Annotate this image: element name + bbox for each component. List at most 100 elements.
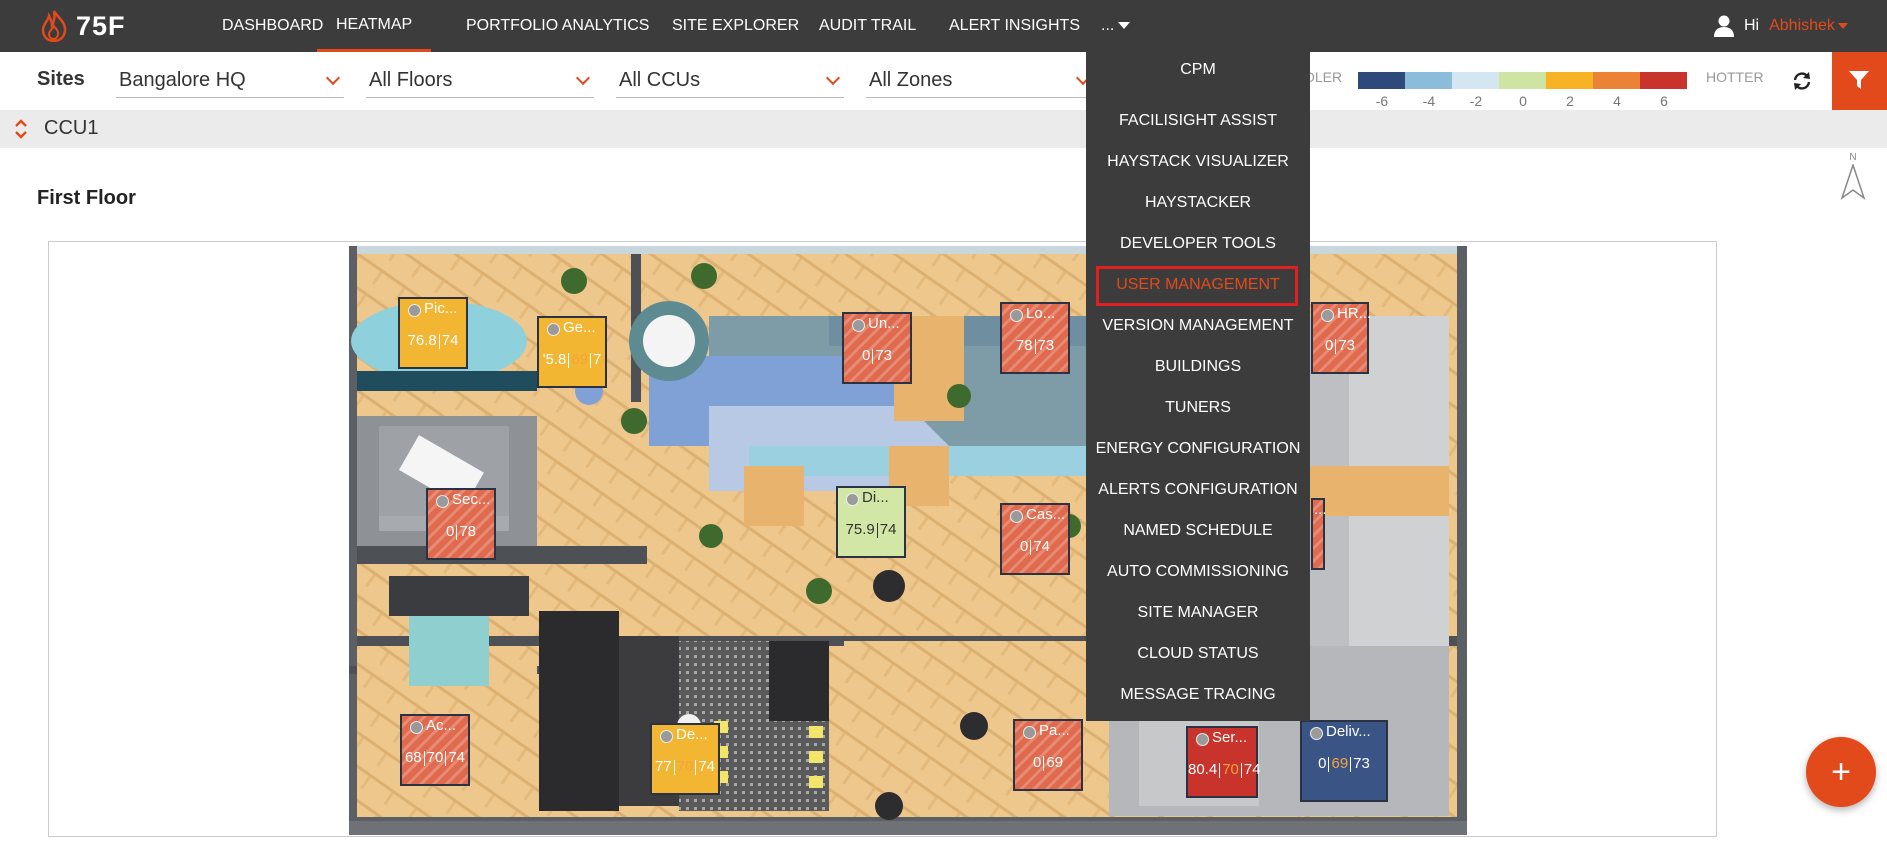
site-select[interactable]: Bangalore HQ xyxy=(116,64,344,98)
brand-logo[interactable]: 75F xyxy=(40,10,126,42)
scale-swatch xyxy=(1499,72,1546,89)
menu-item-energy-configuration[interactable]: ENERGY CONFIGURATION xyxy=(1086,440,1310,458)
zone-values: 77 70 74 xyxy=(652,758,718,775)
menu-item-user-management[interactable]: USER MANAGEMENT xyxy=(1086,276,1310,294)
nav-portfolio-analytics[interactable]: PORTFOLIO ANALYTICS xyxy=(466,0,649,52)
menu-item-auto-commissioning[interactable]: AUTO COMMISSIONING xyxy=(1086,563,1310,581)
scale-swatch xyxy=(1546,72,1593,89)
expand-collapse-icon[interactable] xyxy=(14,118,28,140)
menu-item-haystack-visualizer[interactable]: HAYSTACK VISUALIZER xyxy=(1086,153,1310,171)
zone-name: Ser... xyxy=(1212,729,1248,746)
zone-name: Deliv... xyxy=(1326,723,1371,740)
heat-scale xyxy=(1358,72,1687,89)
menu-item-named-schedule[interactable]: NAMED SCHEDULE xyxy=(1086,522,1310,540)
user-greeting: Hi xyxy=(1744,17,1760,34)
user-chevron-down-icon xyxy=(1837,22,1848,29)
zone-status-dot xyxy=(660,730,673,743)
menu-item-tuners[interactable]: TUNERS xyxy=(1086,399,1310,417)
zone-tile[interactable]: De... 77 70 74 xyxy=(650,723,720,795)
nav-site-explorer[interactable]: SITE EXPLORER xyxy=(672,0,799,52)
zone-value: 70 xyxy=(426,749,444,766)
sites-label: Sites xyxy=(37,68,85,90)
menu-item-haystacker[interactable]: HAYSTACKER xyxy=(1086,194,1310,212)
user-name: Abhishek xyxy=(1769,17,1835,34)
nav-dashboard[interactable]: DASHBOARD xyxy=(222,0,323,52)
zone-tile[interactable]: Cas... 0 74 xyxy=(1000,503,1070,575)
zone-tile[interactable]: Ge... '5.8 69 7 xyxy=(537,316,607,388)
floor-title: First Floor xyxy=(37,187,136,209)
zone-tile[interactable]: Ac... 68 70 74 xyxy=(400,714,470,786)
zone-values: 0 69 xyxy=(1015,754,1081,771)
zone-tile[interactable]: Di... 75.9 74 xyxy=(836,486,906,558)
menu-item-buildings[interactable]: BUILDINGS xyxy=(1086,358,1310,376)
zone-tile[interactable]: Sec... 0 78 xyxy=(426,488,496,560)
zone-values: 80.4 70 74 xyxy=(1188,761,1261,778)
scale-tick: -2 xyxy=(1469,93,1483,109)
chevron-down-icon xyxy=(325,70,341,86)
nav-more-menu[interactable]: ... xyxy=(1101,0,1131,52)
zone-status-dot xyxy=(408,304,421,317)
zone-name: Cas... xyxy=(1026,506,1066,523)
zone-tile[interactable]: Ser... 80.4 70 74 xyxy=(1186,726,1261,798)
add-button[interactable]: + xyxy=(1806,737,1876,807)
zone-value: 77 xyxy=(654,758,672,775)
zone-status-dot xyxy=(1010,510,1023,523)
zone-tile[interactable]: Lo... 78 73 xyxy=(1000,302,1070,374)
zone-status-dot xyxy=(1310,727,1323,740)
zone-value: 74 xyxy=(448,749,466,766)
zone-name: Pa... xyxy=(1039,722,1070,739)
zone-values: 68 70 74 xyxy=(402,749,468,766)
menu-item-developer-tools[interactable]: DEVELOPER TOOLS xyxy=(1086,235,1310,253)
zone-value: 74 xyxy=(879,521,897,538)
zone-name: Lo... xyxy=(1026,305,1056,322)
nav-alert-insights[interactable]: ALERT INSIGHTS xyxy=(949,0,1080,52)
menu-item-site-manager[interactable]: SITE MANAGER xyxy=(1086,604,1310,622)
filter-button[interactable] xyxy=(1832,52,1887,110)
scale-tick: 2 xyxy=(1566,93,1574,109)
zone-tile[interactable]: Pic... 76.8 74 xyxy=(398,297,468,369)
zone-values: 75.9 74 xyxy=(838,521,904,538)
zone-value: 73 xyxy=(1037,337,1055,354)
refresh-icon[interactable] xyxy=(1791,70,1813,92)
zone-values: 0 74 xyxy=(1002,538,1068,555)
menu-item-message-tracing[interactable]: MESSAGE TRACING xyxy=(1086,686,1310,704)
zone-value: 75.9 xyxy=(845,521,875,538)
nav-heatmap[interactable]: HEATMAP xyxy=(317,0,432,52)
zone-tile[interactable]: ... xyxy=(1311,498,1327,570)
zone-name: HR... xyxy=(1337,305,1372,322)
zone-select-value: All Zones xyxy=(869,69,953,91)
nav-audit-trail[interactable]: AUDIT TRAIL xyxy=(819,0,916,52)
user-menu[interactable]: Hi Abhishek xyxy=(1714,0,1848,52)
menu-item-alerts-configuration[interactable]: ALERTS CONFIGURATION xyxy=(1086,481,1310,499)
chevron-down-icon xyxy=(1118,22,1131,30)
menu-item-version-management[interactable]: VERSION MANAGEMENT xyxy=(1086,317,1310,335)
zone-name: Sec... xyxy=(452,491,491,508)
zone-values: 76.8 74 xyxy=(400,332,466,349)
zone-value: 78 xyxy=(459,523,477,540)
floor-plan-frame: Pic... 76.8 74 Ge... '5.8 69 7 Un... 0 73 Lo… xyxy=(48,241,1717,837)
menu-item-cpm[interactable]: CPM xyxy=(1086,61,1310,79)
menu-item-facilisight-assist[interactable]: FACILISIGHT ASSIST xyxy=(1086,112,1310,130)
zone-name: Ac... xyxy=(426,717,457,734)
zone-select[interactable]: All Zones xyxy=(866,64,1094,98)
zone-value: 73 xyxy=(875,347,893,364)
zone-value: 74 xyxy=(698,758,716,775)
north-arrow-icon xyxy=(1840,164,1866,200)
zone-tile[interactable]: HR... 0 73 xyxy=(1311,302,1372,374)
menu-item-cloud-status[interactable]: CLOUD STATUS xyxy=(1086,645,1310,663)
zone-tile[interactable]: Pa... 0 69 xyxy=(1013,719,1083,791)
top-nav: 75F DASHBOARD HEATMAP PORTFOLIO ANALYTIC… xyxy=(0,0,1887,52)
zone-name: De... xyxy=(676,726,708,743)
zone-name: Pic... xyxy=(424,300,458,317)
zone-status-dot xyxy=(1023,726,1036,739)
zone-tile[interactable]: Un... 0 73 xyxy=(842,312,912,384)
scale-tick: 6 xyxy=(1660,93,1668,109)
floor-select[interactable]: All Floors xyxy=(366,64,594,98)
zone-value: '5.8 xyxy=(542,351,567,368)
zone-tile[interactable]: Deliv... 0 69 73 xyxy=(1300,720,1388,802)
zone-status-dot xyxy=(852,319,865,332)
zone-value: 0 xyxy=(1324,337,1334,354)
ccu-select[interactable]: All CCUs xyxy=(616,64,844,98)
ccu-label: CCU1 xyxy=(44,117,99,139)
nav-more-label: ... xyxy=(1101,17,1115,34)
